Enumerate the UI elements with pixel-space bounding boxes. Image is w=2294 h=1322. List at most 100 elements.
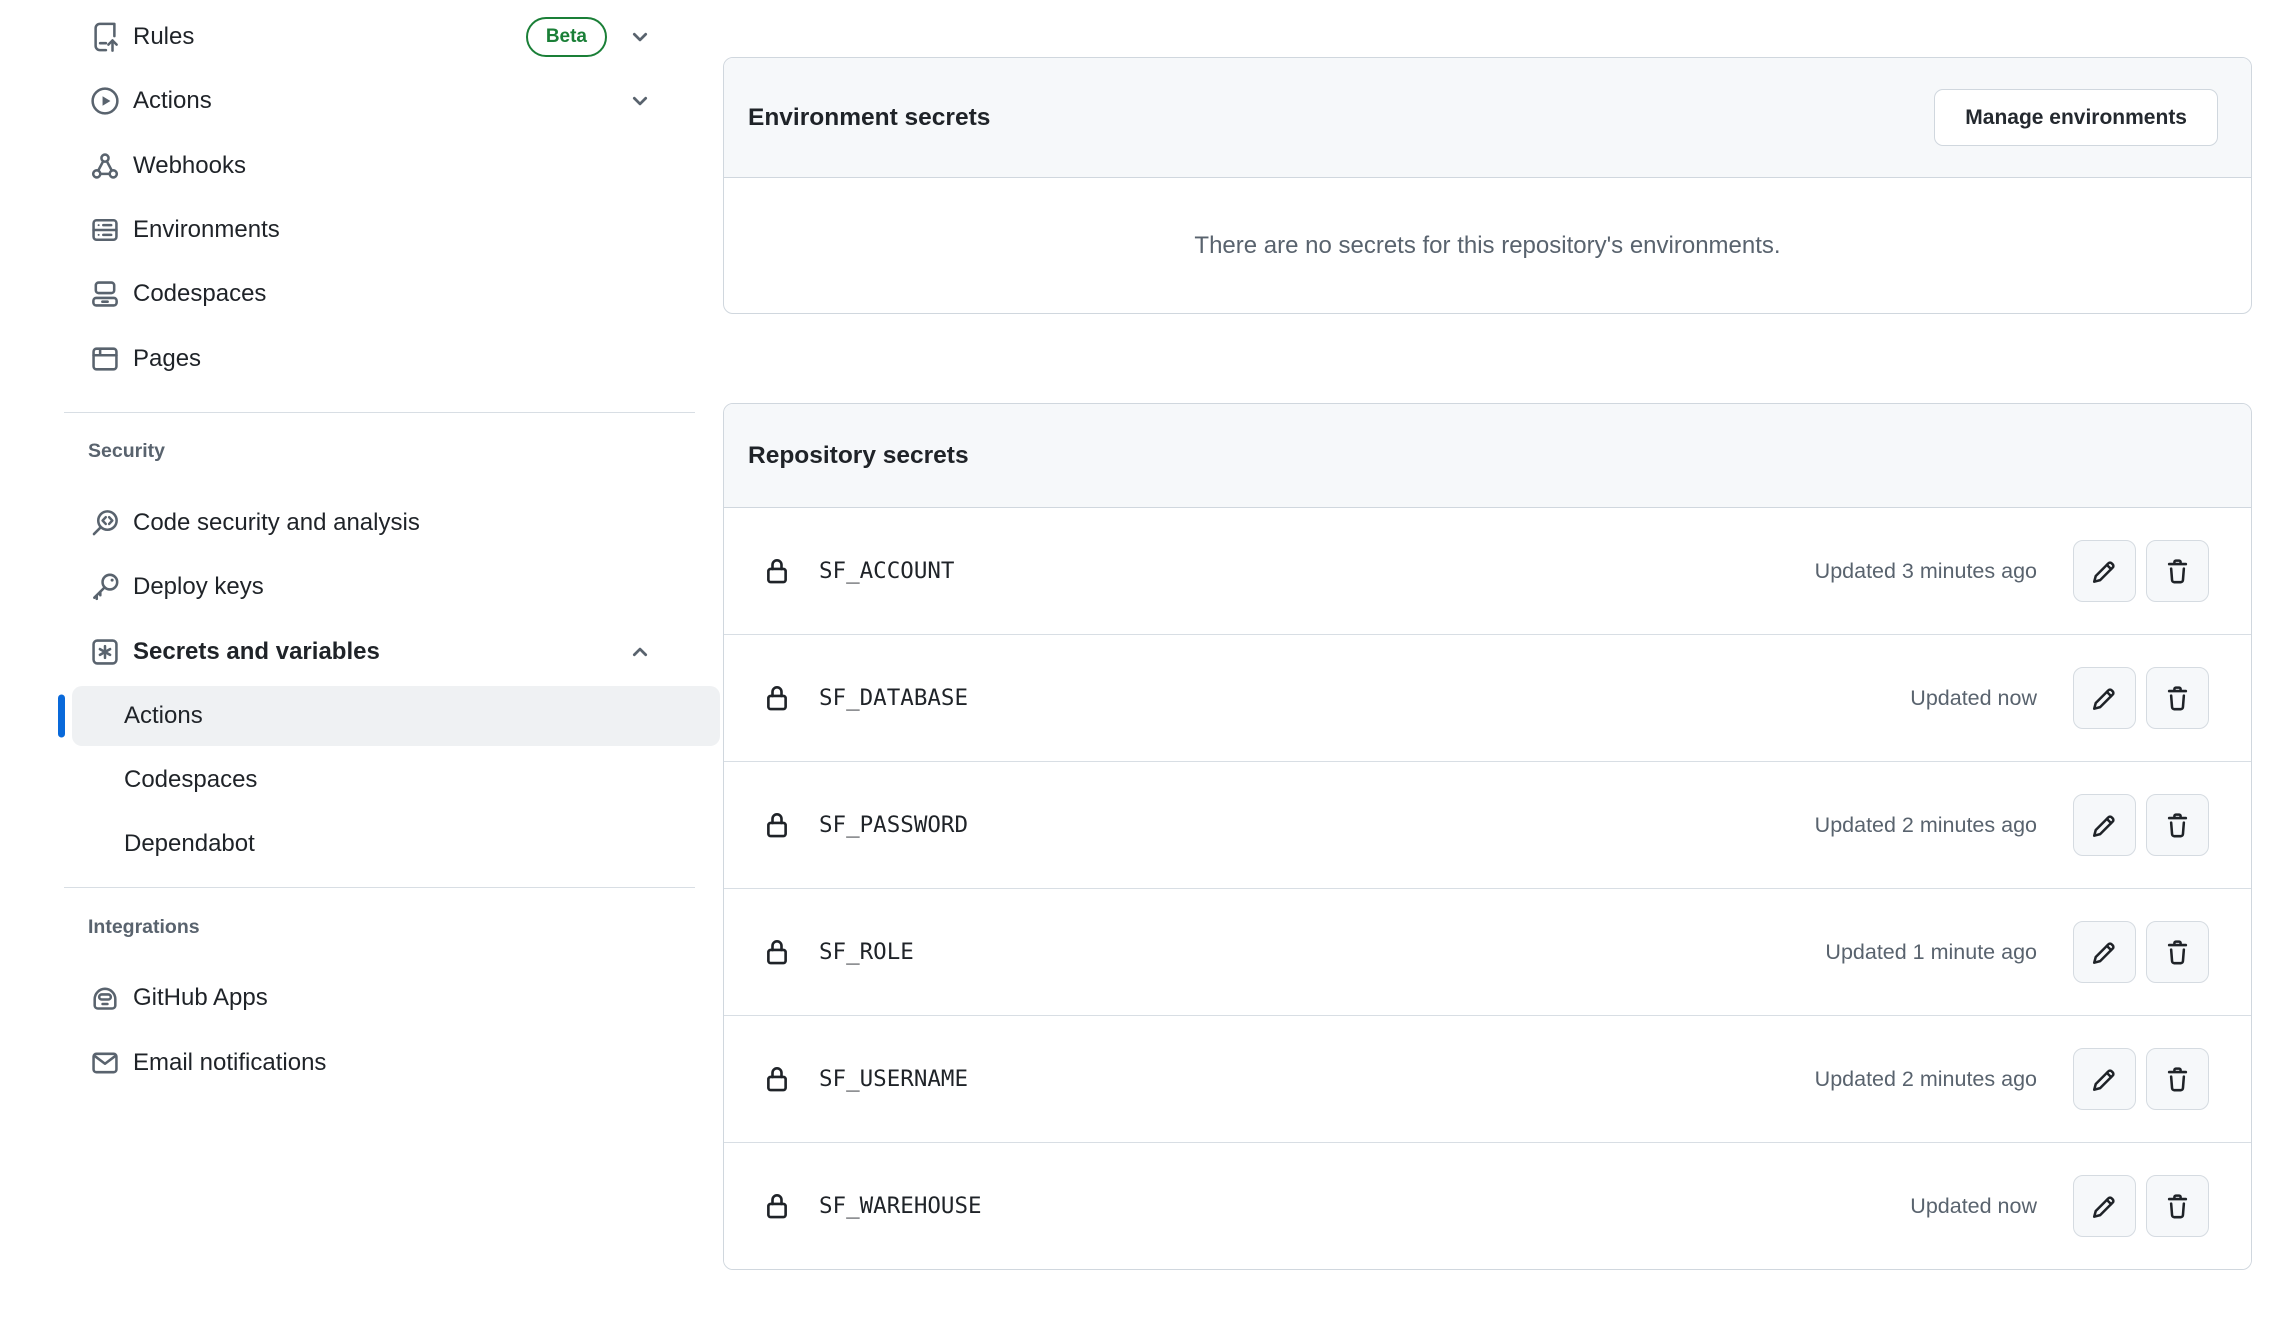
delete-secret-button[interactable]: [2146, 921, 2209, 983]
sidebar-item-codespaces[interactable]: Codespaces: [0, 262, 695, 326]
play-icon: [90, 86, 120, 116]
sidebar-item-label: Pages: [133, 345, 201, 373]
pencil-icon: [2090, 1065, 2119, 1094]
sidebar-section-integrations: Integrations: [0, 888, 695, 966]
secret-updated: Updated 2 minutes ago: [1815, 1067, 2037, 1092]
beta-badge: Beta: [526, 17, 607, 57]
repository-secrets-header: Repository secrets: [724, 404, 2251, 508]
secret-row: SF_USERNAME Updated 2 minutes ago: [724, 1015, 2251, 1142]
environment-secrets-header: Environment secrets Manage environments: [724, 58, 2251, 178]
sidebar-item-email-notifications[interactable]: Email notifications: [0, 1031, 695, 1095]
sidebar-item-environments[interactable]: Environments: [0, 198, 695, 262]
sidebar-section-security: Security: [0, 413, 695, 491]
lock-icon: [762, 1191, 792, 1221]
secret-name: SF_ACCOUNT: [819, 558, 954, 584]
sidebar-subitem-actions[interactable]: Actions: [72, 686, 720, 746]
lock-icon: [762, 1064, 792, 1094]
sidebar-item-label: Codespaces: [133, 280, 266, 308]
secret-updated: Updated 1 minute ago: [1825, 940, 2037, 965]
sidebar-item-label: Email notifications: [133, 1049, 326, 1077]
codespaces-icon: [90, 279, 120, 309]
delete-secret-button[interactable]: [2146, 794, 2209, 856]
edit-secret-button[interactable]: [2073, 794, 2136, 856]
sidebar-item-label: Actions: [124, 702, 203, 730]
secret-row: SF_WAREHOUSE Updated now: [724, 1142, 2251, 1269]
sidebar-item-deploy-keys[interactable]: Deploy keys: [0, 555, 695, 619]
webhook-icon: [90, 151, 120, 181]
edit-secret-button[interactable]: [2073, 540, 2136, 602]
secret-name: SF_PASSWORD: [819, 812, 968, 838]
secret-row: SF_PASSWORD Updated 2 minutes ago: [724, 761, 2251, 888]
sidebar-item-rules[interactable]: Rules Beta: [0, 5, 695, 69]
browser-icon: [90, 344, 120, 374]
chevron-down-icon[interactable]: [627, 24, 653, 50]
pencil-icon: [2090, 938, 2119, 967]
chevron-down-icon[interactable]: [627, 88, 653, 114]
delete-secret-button[interactable]: [2146, 667, 2209, 729]
lock-icon: [762, 810, 792, 840]
trash-icon: [2163, 684, 2192, 713]
trash-icon: [2163, 557, 2192, 586]
sidebar-item-label: Webhooks: [133, 152, 246, 180]
sidebar-item-github-apps[interactable]: GitHub Apps: [0, 966, 695, 1030]
sidebar-item-label: Actions: [133, 87, 212, 115]
sidebar-item-label: Rules: [133, 23, 194, 51]
trash-icon: [2163, 1065, 2192, 1094]
key-asterisk-icon: [90, 637, 120, 667]
edit-secret-button[interactable]: [2073, 921, 2136, 983]
pencil-icon: [2090, 811, 2119, 840]
server-icon: [90, 215, 120, 245]
sidebar-subitem-dependabot[interactable]: Dependabot: [72, 812, 720, 876]
secret-updated: Updated 3 minutes ago: [1815, 559, 2037, 584]
trash-icon: [2163, 811, 2192, 840]
secret-updated: Updated 2 minutes ago: [1815, 813, 2037, 838]
delete-secret-button[interactable]: [2146, 1048, 2209, 1110]
delete-secret-button[interactable]: [2146, 540, 2209, 602]
lock-icon: [762, 556, 792, 586]
rules-icon: [90, 22, 120, 52]
pencil-icon: [2090, 1192, 2119, 1221]
lock-icon: [762, 683, 792, 713]
manage-environments-button[interactable]: Manage environments: [1934, 89, 2218, 146]
environment-secrets-panel: Environment secrets Manage environments …: [723, 57, 2252, 314]
delete-secret-button[interactable]: [2146, 1175, 2209, 1237]
edit-secret-button[interactable]: [2073, 1048, 2136, 1110]
settings-sidebar: Rules Beta Actions Webhooks: [0, 5, 695, 1095]
trash-icon: [2163, 1192, 2192, 1221]
panel-title: Repository secrets: [748, 442, 969, 470]
mail-icon: [90, 1048, 120, 1078]
secret-updated: Updated now: [1910, 1194, 2037, 1219]
pencil-icon: [2090, 684, 2119, 713]
sidebar-item-webhooks[interactable]: Webhooks: [0, 134, 695, 198]
edit-secret-button[interactable]: [2073, 667, 2136, 729]
key-icon: [90, 572, 120, 602]
hubot-icon: [90, 983, 120, 1013]
secret-row: SF_ACCOUNT Updated 3 minutes ago: [724, 508, 2251, 634]
sidebar-item-label: Deploy keys: [133, 573, 264, 601]
sidebar-item-code-security[interactable]: Code security and analysis: [0, 491, 695, 555]
sidebar-item-pages[interactable]: Pages: [0, 326, 695, 390]
secret-row: SF_DATABASE Updated now: [724, 634, 2251, 761]
chevron-up-icon[interactable]: [627, 639, 653, 665]
sidebar-item-label: Secrets and variables: [133, 638, 380, 666]
panel-title: Environment secrets: [748, 104, 990, 132]
trash-icon: [2163, 938, 2192, 967]
lock-icon: [762, 937, 792, 967]
secret-name: SF_DATABASE: [819, 685, 968, 711]
secret-name: SF_ROLE: [819, 939, 914, 965]
pencil-icon: [2090, 557, 2119, 586]
sidebar-subitem-codespaces[interactable]: Codespaces: [72, 748, 720, 812]
sidebar-item-label: Codespaces: [124, 766, 257, 794]
sidebar-item-secrets-and-variables[interactable]: Secrets and variables: [0, 619, 695, 683]
secret-name: SF_WAREHOUSE: [819, 1193, 982, 1219]
sidebar-item-label: Dependabot: [124, 830, 255, 858]
secret-updated: Updated now: [1910, 686, 2037, 711]
repository-secrets-panel: Repository secrets SF_ACCOUNT Updated 3 …: [723, 403, 2252, 1270]
sidebar-item-actions[interactable]: Actions: [0, 69, 695, 133]
sidebar-item-label: Code security and analysis: [133, 509, 420, 537]
codescan-icon: [90, 508, 120, 538]
secret-row: SF_ROLE Updated 1 minute ago: [724, 888, 2251, 1015]
environment-secrets-empty-message: There are no secrets for this repository…: [724, 178, 2251, 313]
sidebar-item-label: GitHub Apps: [133, 984, 268, 1012]
edit-secret-button[interactable]: [2073, 1175, 2136, 1237]
